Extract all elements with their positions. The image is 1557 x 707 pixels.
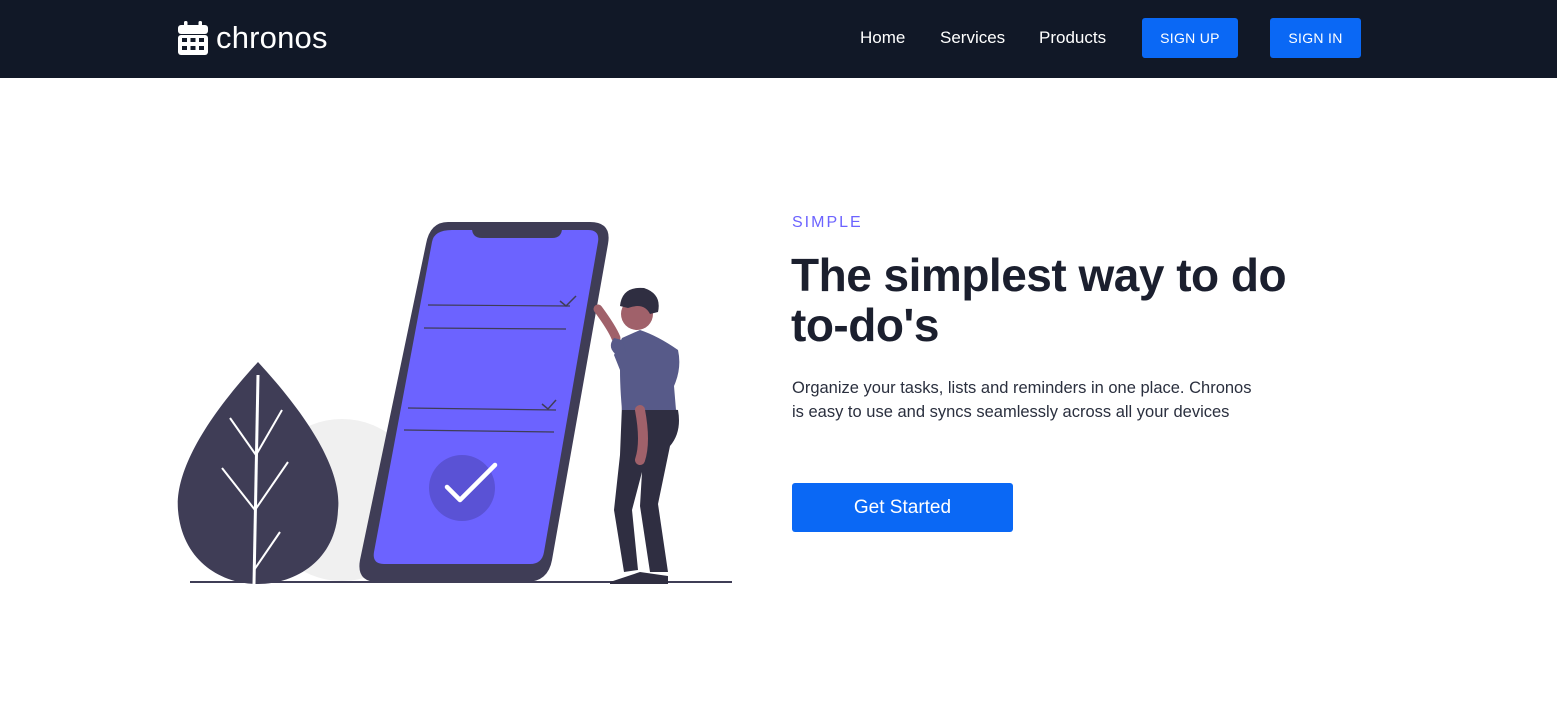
brand-name: chronos <box>216 20 328 55</box>
calendar-icon <box>178 21 208 55</box>
phone <box>359 222 609 582</box>
get-started-button[interactable]: Get Started <box>792 483 1013 532</box>
hero-description: Organize your tasks, lists and reminders… <box>792 379 1252 421</box>
sign-in-button[interactable]: SIGN IN <box>1270 18 1361 58</box>
hero-title: The simplest way to do to-do's <box>791 249 1287 351</box>
nav-link-products[interactable]: Products <box>1039 27 1106 49</box>
nav-link-home[interactable]: Home <box>860 27 905 49</box>
hero-illustration <box>177 222 732 585</box>
brand-logo-link[interactable]: chronos <box>178 18 328 58</box>
leaf-plant <box>177 362 339 585</box>
hero-eyebrow: SIMPLE <box>792 214 863 231</box>
top-navbar: chronos Home Services Products SIGN UP S… <box>0 0 1557 78</box>
sign-up-button[interactable]: SIGN UP <box>1142 18 1238 58</box>
nav-link-services[interactable]: Services <box>940 27 1005 49</box>
person-figure <box>593 287 680 584</box>
